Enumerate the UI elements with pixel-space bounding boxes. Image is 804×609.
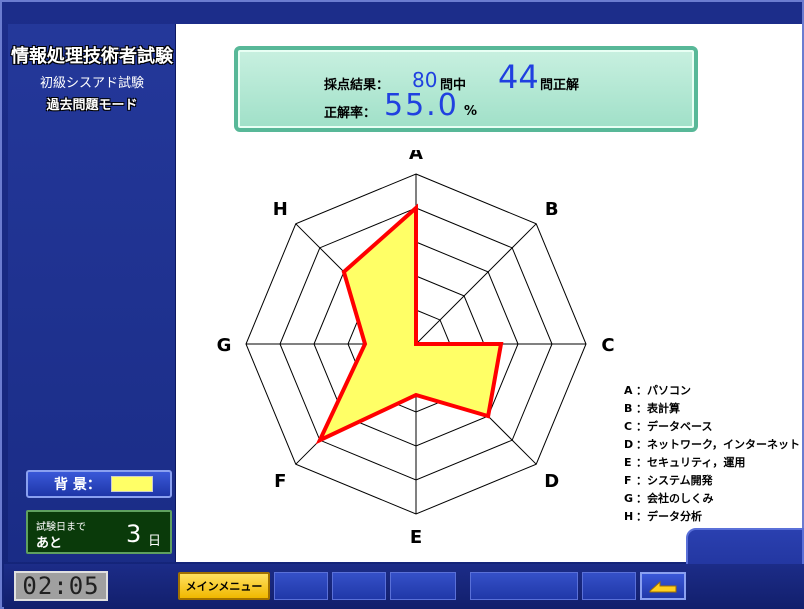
radar-label-F: F bbox=[274, 471, 286, 492]
radar-label-E: E bbox=[410, 527, 422, 548]
legend-key: G bbox=[624, 492, 634, 505]
toolbar-slot-1 bbox=[274, 572, 328, 600]
rate-unit: % bbox=[464, 104, 478, 119]
legend-text: ：表計算 bbox=[636, 402, 680, 415]
legend-item-D: D ：ネットワーク，インターネット bbox=[624, 436, 800, 454]
radar-label-D: D bbox=[544, 471, 559, 492]
app-subtitle: 初級シスアド試験 bbox=[39, 76, 144, 91]
legend-key: D bbox=[624, 438, 634, 451]
radar-label-B: B bbox=[545, 199, 559, 220]
legend-text: ：システム開発 bbox=[636, 474, 713, 487]
mode-label: 過去問題モード bbox=[46, 98, 138, 113]
legend-item-C: C ：データベース bbox=[624, 418, 800, 436]
radar-label-C: C bbox=[601, 335, 614, 356]
legend-item-F: F ：システム開発 bbox=[624, 472, 800, 490]
legend-key: A bbox=[624, 384, 633, 397]
legend-key: F bbox=[624, 474, 632, 487]
toolbar-slot-2 bbox=[332, 572, 386, 600]
correct-count: 44 bbox=[498, 58, 539, 96]
background-label: 背 景： bbox=[54, 477, 101, 493]
main-menu-button[interactable]: メインメニュー bbox=[178, 572, 270, 600]
legend-key: C bbox=[624, 420, 633, 433]
radar-label-A: A bbox=[409, 150, 423, 164]
rate-value: 55.0 bbox=[384, 88, 459, 123]
countdown-unit: 日 bbox=[148, 534, 162, 549]
exam-countdown: 試験日まで あと 3 日 bbox=[26, 510, 172, 554]
toolbar-slot-3 bbox=[390, 572, 456, 600]
countdown-days: 3 bbox=[126, 520, 142, 548]
legend-text: ：ネットワーク，インターネット bbox=[636, 438, 801, 451]
legend-text: ：データベース bbox=[636, 420, 713, 433]
legend-item-G: G ：会社のしくみ bbox=[624, 490, 800, 508]
legend-text: ：データ分析 bbox=[636, 510, 702, 523]
score-box: 採点結果： 80 問中 44 問正解 正解率： 55.0 % bbox=[234, 46, 698, 132]
legend-item-H: H ：データ分析 bbox=[624, 508, 800, 526]
countdown-label-remaining: あと bbox=[36, 536, 63, 551]
legend-item-A: A ：パソコン bbox=[624, 382, 800, 400]
legend: A ：パソコン B ：表計算 C ：データベース D ：ネットワーク，インターネット E ：セキュ… bbox=[624, 382, 800, 526]
app-window: 情報処理技術者試験 初級シスアド試験 過去問題モード 背 景： 試験日まで あと… bbox=[0, 0, 804, 609]
app-title: 情報処理技術者試験 bbox=[11, 46, 173, 67]
legend-key: H bbox=[624, 510, 634, 523]
legend-text: ：パソコン bbox=[636, 384, 691, 397]
background-swatch bbox=[110, 476, 153, 492]
legend-key: B bbox=[624, 402, 633, 415]
legend-text: ：会社のしくみ bbox=[636, 492, 714, 505]
legend-item-E: E ：セキュリティ，運用 bbox=[624, 454, 800, 472]
radar-chart: A B C D E F G H bbox=[217, 150, 615, 548]
legend-text: ：セキュリティ，運用 bbox=[636, 456, 746, 469]
sidebar: 情報処理技術者試験 初級シスアド試験 過去問題モード 背 景： 試験日まで あと… bbox=[8, 24, 176, 562]
back-button[interactable] bbox=[640, 572, 686, 600]
legend-key: E bbox=[624, 456, 632, 469]
elapsed-clock: 02:05 bbox=[14, 571, 108, 601]
radar-score-polygon bbox=[315, 203, 504, 445]
result-panel: 採点結果： 80 問中 44 問正解 正解率： 55.0 % ABCDEFGH … bbox=[176, 24, 802, 562]
legend-item-B: B ：表計算 bbox=[624, 400, 800, 418]
countdown-label: 試験日まで bbox=[36, 522, 86, 533]
toolbar-slot-4 bbox=[470, 572, 578, 600]
background-color-button[interactable]: 背 景： bbox=[26, 470, 172, 498]
correct-suffix: 問正解 bbox=[540, 78, 580, 93]
back-arrow-icon bbox=[649, 580, 677, 593]
bottom-bar: 02:05 メインメニュー bbox=[4, 564, 804, 609]
toolbar-slot-5 bbox=[582, 572, 636, 600]
score-label: 採点結果： bbox=[324, 78, 390, 93]
radar-label-H: H bbox=[273, 199, 288, 220]
rate-label: 正解率： bbox=[324, 106, 377, 121]
radar-label-G: G bbox=[217, 335, 232, 356]
